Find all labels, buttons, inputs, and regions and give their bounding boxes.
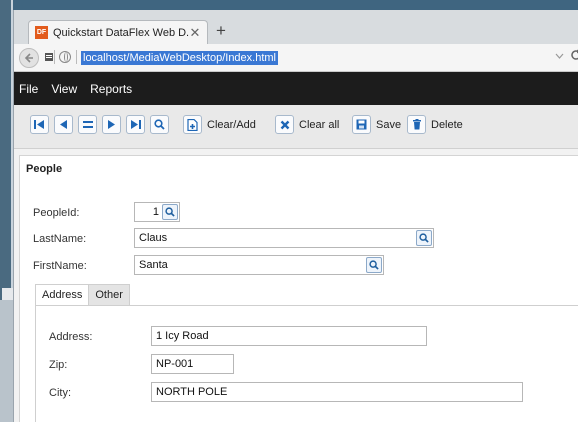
tab-strip: Address Other	[35, 284, 130, 306]
clear-all-label: Clear all	[299, 118, 340, 131]
zip-label: Zip:	[49, 359, 68, 371]
city-label: City:	[49, 387, 71, 399]
close-icon	[275, 115, 294, 134]
content-area: People PeopleId: 1 LastName: Claus First…	[14, 150, 578, 422]
lastname-field[interactable]: Claus	[134, 228, 434, 248]
search-icon	[165, 207, 175, 217]
desktop-top-strip	[13, 0, 578, 10]
clear-add-label: Clear/Add	[207, 118, 256, 131]
zip-field[interactable]: NP-001	[151, 354, 234, 374]
peopleid-prompt-button[interactable]	[162, 204, 178, 220]
tab-other[interactable]: Other	[89, 284, 130, 306]
address-tab-panel: Address: 1 Icy Road Zip: NP-001 City: NO…	[35, 305, 578, 422]
people-panel: People PeopleId: 1 LastName: Claus First…	[19, 155, 578, 422]
next-record-button[interactable]	[102, 115, 121, 134]
firstname-label: FirstName:	[33, 260, 87, 272]
city-field[interactable]: NORTH POLE	[151, 382, 523, 402]
save-button[interactable]: Save	[352, 115, 401, 134]
first-record-icon	[30, 115, 49, 134]
search-icon	[150, 115, 169, 134]
reload-icon[interactable]	[570, 49, 578, 61]
browser-navbar: localhost/MediaWebDesktop/Index.html	[14, 44, 578, 72]
last-record-icon	[126, 115, 145, 134]
previous-record-icon	[54, 115, 73, 134]
delete-button[interactable]: Delete	[407, 115, 463, 134]
menu-file[interactable]: File	[19, 82, 38, 96]
peopleid-label: PeopleId:	[33, 207, 80, 219]
prompt-button[interactable]	[150, 115, 169, 134]
menu-reports[interactable]: Reports	[90, 82, 132, 96]
firstname-field[interactable]: Santa	[134, 255, 384, 275]
url-dropdown-icon[interactable]	[555, 51, 564, 60]
clear-add-icon	[183, 115, 202, 134]
new-tab-button[interactable]: +	[216, 22, 226, 39]
save-label: Save	[376, 118, 402, 131]
last-record-button[interactable]	[126, 115, 145, 134]
lastname-prompt-button[interactable]	[416, 230, 432, 246]
browser-tab-title: Quickstart DataFlex Web D...	[53, 26, 189, 39]
lastname-label: LastName:	[33, 233, 87, 245]
address-label: Address:	[49, 331, 93, 343]
next-record-icon	[102, 115, 121, 134]
equal-icon	[78, 115, 97, 134]
menu-view[interactable]: View	[51, 82, 77, 96]
panel-title: People	[26, 163, 63, 175]
firstname-prompt-button[interactable]	[366, 257, 382, 273]
search-icon	[369, 260, 379, 270]
browser-tabbar: DF Quickstart DataFlex Web D... ✕ +	[14, 10, 578, 44]
search-icon	[419, 233, 429, 243]
desktop-window-body	[0, 300, 13, 422]
browser-window: DF Quickstart DataFlex Web D... ✕ + loca…	[13, 10, 578, 422]
back-arrow-icon	[24, 53, 33, 63]
find-equal-button[interactable]	[78, 115, 97, 134]
nav-separator	[54, 50, 55, 64]
clear-add-button[interactable]: Clear/Add	[183, 115, 256, 134]
delete-label: Delete	[431, 118, 463, 131]
nav-separator	[76, 50, 77, 64]
tab-address[interactable]: Address	[35, 284, 90, 306]
browser-tab[interactable]: DF Quickstart DataFlex Web D... ✕	[28, 20, 208, 44]
first-record-button[interactable]	[30, 115, 49, 134]
app-menubar: File View Reports	[14, 72, 578, 105]
previous-record-button[interactable]	[54, 115, 73, 134]
trash-icon	[407, 115, 426, 134]
clear-all-button[interactable]: Clear all	[275, 115, 339, 134]
address-field[interactable]: 1 Icy Road	[151, 326, 427, 346]
back-button[interactable]	[19, 48, 39, 68]
dataflex-favicon-icon: DF	[35, 26, 48, 39]
page-icon	[45, 53, 53, 61]
close-tab-icon[interactable]: ✕	[189, 25, 201, 41]
site-info-icon[interactable]	[59, 51, 71, 63]
desktop-window-edge	[0, 0, 13, 300]
url-input[interactable]: localhost/MediaWebDesktop/Index.html	[81, 51, 279, 65]
desktop-window-corner	[2, 288, 13, 300]
app-toolbar: Clear/Add Clear all Save Delete	[14, 105, 578, 149]
save-icon	[352, 115, 371, 134]
